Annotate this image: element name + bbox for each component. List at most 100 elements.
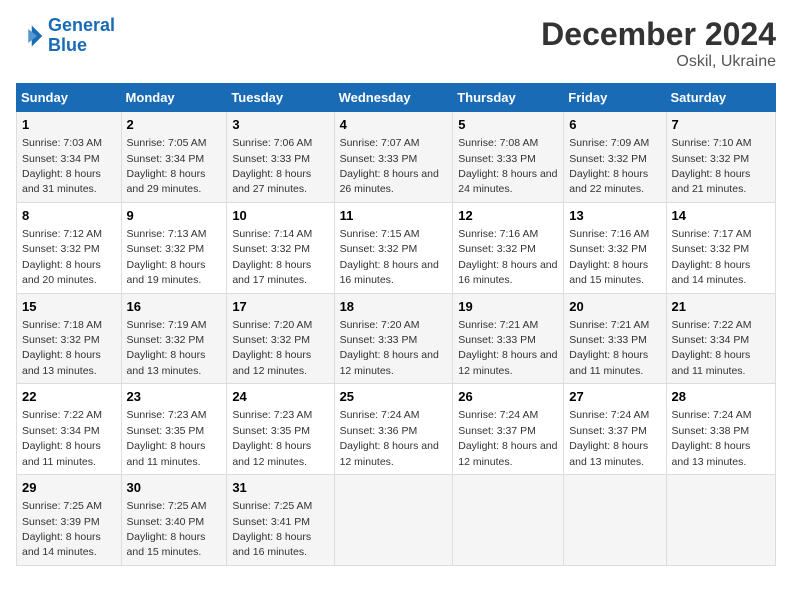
daylight: Daylight: 8 hours and 29 minutes. [127, 168, 206, 195]
day-number: 26 [458, 388, 558, 406]
daylight: Daylight: 8 hours and 20 minutes. [22, 259, 101, 286]
sunset: Sunset: 3:34 PM [672, 334, 750, 346]
sunset: Sunset: 3:35 PM [127, 425, 205, 437]
sunrise: Sunrise: 7:25 AM [22, 500, 102, 512]
day-number: 29 [22, 479, 116, 497]
sunset: Sunset: 3:32 PM [569, 153, 647, 165]
daylight: Daylight: 8 hours and 13 minutes. [127, 349, 206, 376]
sunrise: Sunrise: 7:07 AM [340, 137, 420, 149]
sunrise: Sunrise: 7:24 AM [569, 409, 649, 421]
day-number: 6 [569, 116, 660, 134]
calendar-cell: 31 Sunrise: 7:25 AM Sunset: 3:41 PM Dayligh… [227, 475, 334, 566]
daylight: Daylight: 8 hours and 13 minutes. [569, 440, 648, 467]
sunrise: Sunrise: 7:25 AM [127, 500, 207, 512]
day-number: 31 [232, 479, 328, 497]
page-header: General Blue December 2024 Oskil, Ukrain… [16, 16, 776, 71]
sunrise: Sunrise: 7:08 AM [458, 137, 538, 149]
sunset: Sunset: 3:32 PM [232, 334, 310, 346]
col-tuesday: Tuesday [227, 84, 334, 112]
sunset: Sunset: 3:32 PM [672, 153, 750, 165]
calendar-cell: 15Sunrise: 7:18 AMSunset: 3:32 PMDayligh… [17, 293, 122, 384]
sunrise: Sunrise: 7:10 AM [672, 137, 752, 149]
day-number: 2 [127, 116, 222, 134]
daylight: Daylight: 8 hours and 24 minutes. [458, 168, 557, 195]
calendar-cell: 1Sunrise: 7:03 AMSunset: 3:34 PMDaylight… [17, 112, 122, 203]
sunrise: Sunrise: 7:03 AM [22, 137, 102, 149]
daylight: Daylight: 8 hours and 31 minutes. [22, 168, 101, 195]
location-subtitle: Oskil, Ukraine [541, 53, 776, 71]
day-number: 22 [22, 388, 116, 406]
calendar-cell: 16Sunrise: 7:19 AMSunset: 3:32 PMDayligh… [121, 293, 227, 384]
sunrise: Sunrise: 7:25 AM [232, 500, 312, 512]
day-number: 20 [569, 298, 660, 316]
calendar-row: 8 Sunrise: 7:12 AM Sunset: 3:32 PM Daylight… [17, 202, 776, 293]
calendar-row: 15Sunrise: 7:18 AMSunset: 3:32 PMDayligh… [17, 293, 776, 384]
sunset: Sunset: 3:38 PM [672, 425, 750, 437]
day-number: 25 [340, 388, 448, 406]
sunset: Sunset: 3:32 PM [672, 243, 750, 255]
logo: General Blue [16, 16, 115, 56]
sunrise: Sunrise: 7:18 AM [22, 319, 102, 331]
sunset: Sunset: 3:32 PM [127, 243, 205, 255]
daylight: Daylight: 8 hours and 19 minutes. [127, 259, 206, 286]
calendar-cell: 7Sunrise: 7:10 AMSunset: 3:32 PMDaylight… [666, 112, 775, 203]
calendar-cell: 24Sunrise: 7:23 AMSunset: 3:35 PMDayligh… [227, 384, 334, 475]
sunset: Sunset: 3:37 PM [569, 425, 647, 437]
daylight: Daylight: 8 hours and 22 minutes. [569, 168, 648, 195]
sunrise: Sunrise: 7:22 AM [672, 319, 752, 331]
daylight: Daylight: 8 hours and 12 minutes. [340, 440, 439, 467]
sunrise: Sunrise: 7:23 AM [232, 409, 312, 421]
sunset: Sunset: 3:32 PM [458, 243, 536, 255]
sunrise: Sunrise: 7:16 AM [569, 228, 649, 240]
day-number: 27 [569, 388, 660, 406]
daylight: Daylight: 8 hours and 12 minutes. [340, 349, 439, 376]
sunset: Sunset: 3:39 PM [22, 516, 100, 528]
day-number: 5 [458, 116, 558, 134]
sunset: Sunset: 3:33 PM [340, 153, 418, 165]
col-saturday: Saturday [666, 84, 775, 112]
day-number: 8 [22, 207, 116, 225]
sunset: Sunset: 3:36 PM [340, 425, 418, 437]
daylight: Daylight: 8 hours and 11 minutes. [672, 349, 751, 376]
daylight: Daylight: 8 hours and 14 minutes. [22, 531, 101, 558]
day-number: 24 [232, 388, 328, 406]
daylight: Daylight: 8 hours and 16 minutes. [340, 259, 439, 286]
daylight: Daylight: 8 hours and 13 minutes. [672, 440, 751, 467]
calendar-cell: 8Sunrise: 7:12 AMSunset: 3:32 PMDaylight… [17, 202, 122, 293]
daylight: Daylight: 8 hours and 16 minutes. [232, 531, 311, 558]
daylight: Daylight: 8 hours and 15 minutes. [569, 259, 648, 286]
sunrise: Sunrise: 7:05 AM [127, 137, 207, 149]
calendar-cell: 29 Sunrise: 7:25 AM Sunset: 3:39 PM Dayligh… [17, 475, 122, 566]
daylight: Daylight: 8 hours and 12 minutes. [232, 349, 311, 376]
daylight: Daylight: 8 hours and 13 minutes. [22, 349, 101, 376]
sunset: Sunset: 3:33 PM [458, 153, 536, 165]
daylight: Daylight: 8 hours and 17 minutes. [232, 259, 311, 286]
day-number: 13 [569, 207, 660, 225]
sunset: Sunset: 3:32 PM [127, 334, 205, 346]
col-monday: Monday [121, 84, 227, 112]
sunrise: Sunrise: 7:06 AM [232, 137, 312, 149]
sunrise: Sunrise: 7:21 AM [458, 319, 538, 331]
sunrise: Sunrise: 7:16 AM [458, 228, 538, 240]
sunrise: Sunrise: 7:20 AM [340, 319, 420, 331]
calendar-cell: 13Sunrise: 7:16 AMSunset: 3:32 PMDayligh… [564, 202, 666, 293]
day-number: 1 [22, 116, 116, 134]
calendar-cell: 17Sunrise: 7:20 AMSunset: 3:32 PMDayligh… [227, 293, 334, 384]
logo-text: General Blue [48, 16, 115, 56]
sunrise: Sunrise: 7:12 AM [22, 228, 102, 240]
calendar-row: 1 Sunrise: 7:03 AM Sunset: 3:34 PM Daylight… [17, 112, 776, 203]
sunset: Sunset: 3:34 PM [127, 153, 205, 165]
calendar-cell: 10Sunrise: 7:14 AMSunset: 3:32 PMDayligh… [227, 202, 334, 293]
col-sunday: Sunday [17, 84, 122, 112]
calendar-cell: 9Sunrise: 7:13 AMSunset: 3:32 PMDaylight… [121, 202, 227, 293]
day-number: 21 [672, 298, 770, 316]
calendar-cell: 12Sunrise: 7:16 AMSunset: 3:32 PMDayligh… [453, 202, 564, 293]
calendar-cell: 23Sunrise: 7:23 AMSunset: 3:35 PMDayligh… [121, 384, 227, 475]
day-number: 10 [232, 207, 328, 225]
calendar-body: 1 Sunrise: 7:03 AM Sunset: 3:34 PM Daylight… [17, 112, 776, 566]
day-number: 9 [127, 207, 222, 225]
calendar-cell: 27 Sunrise: 7:24 AM Sunset: 3:37 PM Dayligh… [564, 384, 666, 475]
daylight: Daylight: 8 hours and 11 minutes. [127, 440, 206, 467]
sunset: Sunset: 3:41 PM [232, 516, 310, 528]
col-friday: Friday [564, 84, 666, 112]
